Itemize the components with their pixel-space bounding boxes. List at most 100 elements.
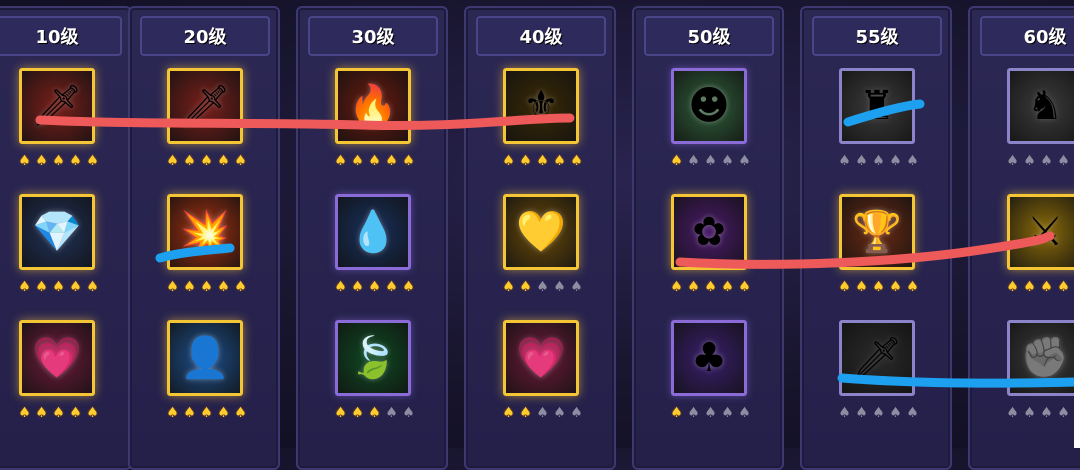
- star-rating: ♠♠♠♠♠: [165, 154, 249, 168]
- star-filled-icon: ♠: [368, 405, 381, 421]
- reward-tile[interactable]: ♞: [1007, 68, 1080, 144]
- star-filled-icon: ♠: [889, 279, 902, 295]
- star-filled-icon: ♠: [86, 279, 99, 295]
- level-header: 20级: [140, 16, 270, 56]
- level-header: 60级: [980, 16, 1080, 56]
- reward-slot[interactable]: 💛 ♠ ♠ ♠ ♠ ♠: [502, 194, 583, 294]
- reward-tile[interactable]: 👤: [167, 320, 243, 396]
- star-filled-icon: ♠: [35, 279, 48, 295]
- reward-tile[interactable]: ⚜: [503, 68, 579, 144]
- reward-tile[interactable]: 💧: [335, 194, 411, 270]
- reward-slot[interactable]: ⚜ ♠ ♠ ♠ ♠ ♠: [502, 68, 583, 168]
- star-filled-icon: ♠: [519, 153, 532, 169]
- star-filled-icon: ♠: [217, 405, 230, 421]
- star-empty-icon: ♠: [872, 405, 885, 421]
- reward-tile[interactable]: 💛: [503, 194, 579, 270]
- star-rating: ♠♠♠♠♠: [333, 280, 417, 294]
- star-empty-icon: ♠: [838, 405, 851, 421]
- reward-tile[interactable]: 💗: [503, 320, 579, 396]
- star-filled-icon: ♠: [368, 279, 381, 295]
- star-empty-icon: ♠: [1057, 405, 1070, 421]
- star-filled-icon: ♠: [52, 279, 65, 295]
- star-filled-icon: ♠: [855, 279, 868, 295]
- reward-slot[interactable]: 🗡 ♠ ♠ ♠ ♠ ♠: [838, 320, 919, 420]
- level-header: 10级: [0, 16, 122, 56]
- reward-slot[interactable]: 💥 ♠ ♠ ♠ ♠ ♠: [166, 194, 247, 294]
- reward-tile[interactable]: ✿: [671, 194, 747, 270]
- reward-slot[interactable]: 💗 ♠ ♠ ♠ ♠ ♠: [502, 320, 583, 420]
- level-column: 20级 🗡 ♠ ♠ ♠ ♠ ♠ 💥 ♠ ♠ ♠ ♠ ♠ 👤 ♠ ♠ ♠ ♠ ♠: [128, 6, 280, 470]
- level-header: 50级: [644, 16, 774, 56]
- reward-slot[interactable]: 🍃 ♠ ♠ ♠ ♠ ♠: [334, 320, 415, 420]
- star-filled-icon: ♠: [166, 279, 179, 295]
- reward-tile[interactable]: 💗: [19, 320, 95, 396]
- reward-slot[interactable]: 🗡 ♠ ♠ ♠ ♠ ♠: [166, 68, 247, 168]
- star-filled-icon: ♠: [670, 153, 683, 169]
- reward-slot[interactable]: 💧 ♠ ♠ ♠ ♠ ♠: [334, 194, 415, 294]
- reward-slot[interactable]: ♣ ♠ ♠ ♠ ♠ ♠: [670, 320, 751, 420]
- star-empty-icon: ♠: [536, 279, 549, 295]
- star-filled-icon: ♠: [35, 405, 48, 421]
- reward-tile[interactable]: 🗡: [19, 68, 95, 144]
- reward-tile[interactable]: ⚔: [1007, 194, 1080, 270]
- star-filled-icon: ♠: [183, 405, 196, 421]
- star-filled-icon: ♠: [334, 405, 347, 421]
- star-filled-icon: ♠: [18, 405, 31, 421]
- water-drop-icon: 💧: [348, 209, 398, 255]
- star-empty-icon: ♠: [570, 279, 583, 295]
- reward-tile[interactable]: 🗡: [839, 320, 915, 396]
- level-column: 60级♞♠♠♠♠♠⚔♠♠♠♠♠✊♠♠♠♠♠: [968, 6, 1080, 470]
- star-rating: ♠♠♠♠♠: [669, 406, 753, 420]
- star-empty-icon: ♠: [855, 405, 868, 421]
- star-rating: ♠♠♠♠♠: [501, 154, 585, 168]
- reward-slot[interactable]: ⚔ ♠♠♠♠♠: [1006, 194, 1080, 294]
- star-filled-icon: ♠: [872, 279, 885, 295]
- locked-gauntlet-icon: ✊: [1020, 335, 1070, 381]
- reward-tile[interactable]: 🍃: [335, 320, 411, 396]
- star-empty-icon: ♠: [704, 153, 717, 169]
- reward-slot[interactable]: 🗡 ♠ ♠ ♠ ♠ ♠: [18, 68, 99, 168]
- reward-slot[interactable]: 🏆 ♠ ♠ ♠ ♠ ♠: [838, 194, 919, 294]
- star-filled-icon: ♠: [368, 153, 381, 169]
- star-filled-icon: ♠: [402, 279, 415, 295]
- star-empty-icon: ♠: [687, 153, 700, 169]
- star-rating: ♠♠♠♠♠: [165, 406, 249, 420]
- star-rating: ♠♠♠♠♠: [17, 406, 101, 420]
- reward-slot[interactable]: ♞ ♠♠♠♠♠: [1006, 68, 1080, 168]
- reward-tile[interactable]: ♜: [839, 68, 915, 144]
- star-filled-icon: ♠: [234, 279, 247, 295]
- star-empty-icon: ♠: [721, 153, 734, 169]
- reward-slot[interactable]: ✊ ♠♠♠♠♠: [1006, 320, 1080, 420]
- star-empty-icon: ♠: [1023, 153, 1036, 169]
- reward-tile[interactable]: 🏆: [839, 194, 915, 270]
- star-rating: ♠♠♠♠♠: [165, 280, 249, 294]
- reward-tile[interactable]: ✊: [1007, 320, 1080, 396]
- reward-tile[interactable]: ♣: [671, 320, 747, 396]
- star-empty-icon: ♠: [1040, 153, 1053, 169]
- golden-chest-icon: 🏆: [852, 209, 902, 255]
- star-filled-icon: ♠: [502, 405, 515, 421]
- reward-slot[interactable]: 💎 ♠ ♠ ♠ ♠ ♠: [18, 194, 99, 294]
- reward-slot[interactable]: ☻ ♠ ♠ ♠ ♠ ♠: [670, 68, 751, 168]
- star-filled-icon: ♠: [351, 153, 364, 169]
- reward-slot[interactable]: 💗 ♠ ♠ ♠ ♠ ♠: [18, 320, 99, 420]
- star-filled-icon: ♠: [1023, 279, 1036, 295]
- reward-slot[interactable]: 🔥 ♠ ♠ ♠ ♠ ♠: [334, 68, 415, 168]
- reward-tile[interactable]: 🔥: [335, 68, 411, 144]
- reward-slot[interactable]: 👤 ♠ ♠ ♠ ♠ ♠: [166, 320, 247, 420]
- star-filled-icon: ♠: [183, 279, 196, 295]
- star-empty-icon: ♠: [402, 405, 415, 421]
- star-rating: ♠♠♠♠♠: [1005, 154, 1080, 168]
- star-filled-icon: ♠: [217, 279, 230, 295]
- star-empty-icon: ♠: [687, 405, 700, 421]
- reward-slot[interactable]: ✿ ♠ ♠ ♠ ♠ ♠: [670, 194, 751, 294]
- reward-tile[interactable]: 🗡: [167, 68, 243, 144]
- star-rating: ♠♠♠♠♠: [501, 280, 585, 294]
- reward-tile[interactable]: ☻: [671, 68, 747, 144]
- star-empty-icon: ♠: [704, 405, 717, 421]
- reward-tile[interactable]: 💎: [19, 194, 95, 270]
- reward-slot[interactable]: ♜ ♠ ♠ ♠ ♠ ♠: [838, 68, 919, 168]
- reward-tile[interactable]: 💥: [167, 194, 243, 270]
- star-empty-icon: ♠: [872, 153, 885, 169]
- star-filled-icon: ♠: [69, 279, 82, 295]
